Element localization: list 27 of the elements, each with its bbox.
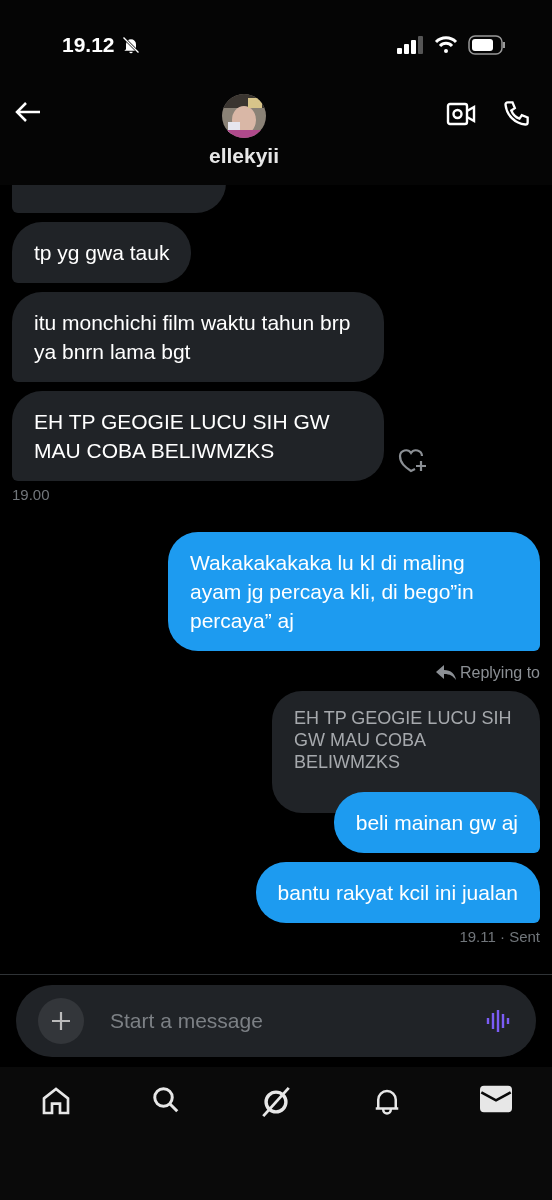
add-button[interactable] xyxy=(38,998,84,1044)
timestamp: 19.11 · Sent xyxy=(459,928,540,945)
status-time: 19.12 xyxy=(62,33,115,57)
signal-icon xyxy=(397,36,424,54)
contact-name[interactable]: ellekyii xyxy=(208,144,280,168)
message-bubble: bantu rakyat kcil ini jualan xyxy=(255,862,540,923)
plus-icon xyxy=(50,1010,72,1032)
message-input[interactable]: Start a message xyxy=(108,1008,462,1034)
wifi-icon xyxy=(434,36,458,54)
message-bubble: EH TP GEOGIE LUCU SIH GW MAU COBA BELIWMZKS xyxy=(12,391,384,481)
mail-icon[interactable] xyxy=(480,1085,512,1113)
reply-icon xyxy=(435,665,456,681)
home-icon[interactable] xyxy=(40,1085,72,1117)
message-bubble: Wakakakakaka lu kl di maling ayam jg percaya kli, di bego”in percaya” aj xyxy=(168,532,540,651)
message-bubble: itu monchichi film waktu tahun brp ya bnrn lama bgt xyxy=(12,292,384,382)
video-call-icon[interactable] xyxy=(446,101,476,127)
voice-wave-icon[interactable] xyxy=(486,1008,512,1034)
message-composer[interactable]: Start a message xyxy=(16,985,536,1057)
heart-plus-icon[interactable] xyxy=(398,447,428,473)
phone-icon[interactable] xyxy=(502,100,530,128)
message-bubble: beli mainan gw aj xyxy=(333,792,540,853)
back-button[interactable] xyxy=(14,100,42,124)
battery-icon xyxy=(468,35,506,55)
timestamp: 19.00 xyxy=(12,486,50,503)
replying-label: Replying to xyxy=(459,664,540,682)
message-bubble: tp yg gwa tauk xyxy=(12,222,192,283)
search-icon[interactable] xyxy=(150,1085,181,1115)
